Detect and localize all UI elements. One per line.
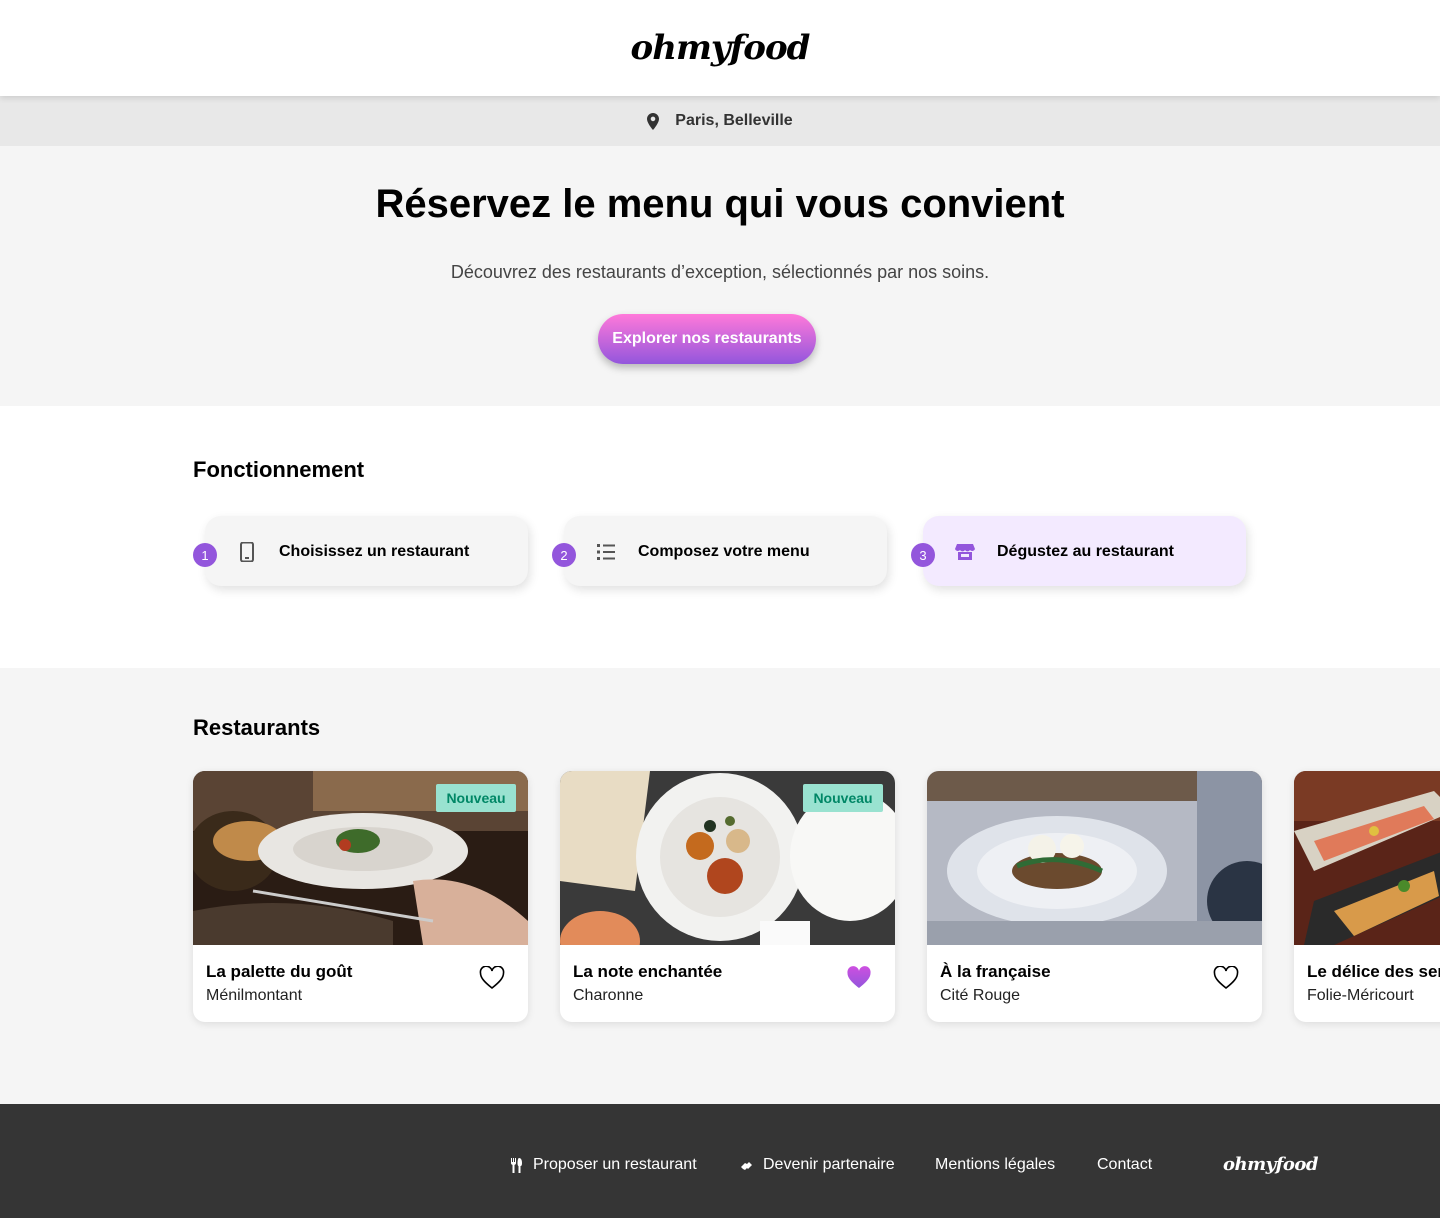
mobile-phone-icon [240,542,254,562]
restaurants-section: Restaurants Nouveau La palette du goût M… [0,668,1440,1104]
how-section-title: Fonctionnement [193,457,365,482]
step-number: 3 [911,543,935,567]
restaurant-name: La palette du goût [206,962,353,981]
location-bar: Paris, Belleville [0,96,1440,146]
footer-logo: ohmyfood [1223,1154,1318,1175]
footer-link-label: Proposer un restaurant [533,1156,697,1173]
footer-link-become-partner[interactable]: Devenir partenaire [740,1156,895,1174]
site-logo[interactable]: ohmyfood [631,28,811,68]
step-choose-restaurant: 1 Choisissez un restaurant [193,516,528,586]
hero-section: Réservez le menu qui vous convient Décou… [0,146,1440,406]
explore-restaurants-button[interactable]: Explorer nos restaurants [598,314,816,364]
step-number: 1 [193,543,217,567]
footer-link-legal-notice[interactable]: Mentions légales [935,1156,1055,1174]
location-text: Paris, Belleville [675,112,793,129]
heart-outline-icon[interactable] [1213,966,1239,990]
hero-subtitle: Découvrez des restaurants d’exception, s… [450,262,990,282]
footer-link-contact[interactable]: Contact [1097,1156,1152,1174]
map-pin-icon [647,112,660,130]
new-badge: Nouveau [436,784,516,812]
step-compose-menu: 2 Composez votre menu [552,516,887,586]
restaurant-photo [1294,771,1440,945]
restaurant-name: La note enchantée [573,962,723,981]
restaurant-photo [927,771,1262,945]
new-badge: Nouveau [803,784,883,812]
step-label: Choisissez un restaurant [279,543,470,560]
hero-title: Réservez le menu qui vous convient [375,182,1065,226]
restaurant-card[interactable]: Le délice des sens Folie-Méricourt [1294,771,1440,1022]
heart-outline-icon[interactable] [479,966,505,990]
restaurant-card[interactable]: À la française Cité Rouge [927,771,1262,1022]
restaurant-area: Folie-Méricourt [1307,987,1414,1004]
step-label: Dégustez au restaurant [997,543,1174,560]
heart-filled-icon[interactable] [846,966,872,990]
site-header: ohmyfood [0,0,1440,96]
restaurant-name: À la française [940,962,1051,981]
utensils-icon [511,1157,522,1173]
footer-link-propose-restaurant[interactable]: Proposer un restaurant [510,1156,697,1174]
step-enjoy-restaurant: 3 Dégustez au restaurant [911,516,1246,586]
store-icon [955,544,975,560]
handshake-icon [741,1161,752,1170]
how-it-works-section: Fonctionnement 1 Choisissez un restauran… [0,406,1440,668]
step-number: 2 [552,543,576,567]
restaurant-area: Ménilmontant [206,987,303,1004]
footer-link-label: Mentions légales [935,1156,1056,1173]
restaurant-area: Cité Rouge [940,987,1021,1004]
restaurant-card[interactable]: Nouveau La note enchantée Charonne [560,771,895,1022]
restaurant-card[interactable]: Nouveau La palette du goût Ménilmontant [193,771,528,1022]
step-label: Composez votre menu [638,543,810,560]
restaurant-name: Le délice des sens [1307,962,1440,981]
footer-link-label: Contact [1097,1156,1153,1173]
list-icon [597,544,615,560]
site-footer: Proposer un restaurant Devenir partenair… [0,1104,1440,1218]
restaurants-section-title: Restaurants [193,715,321,740]
restaurant-area: Charonne [573,987,644,1004]
footer-link-label: Devenir partenaire [763,1156,895,1173]
